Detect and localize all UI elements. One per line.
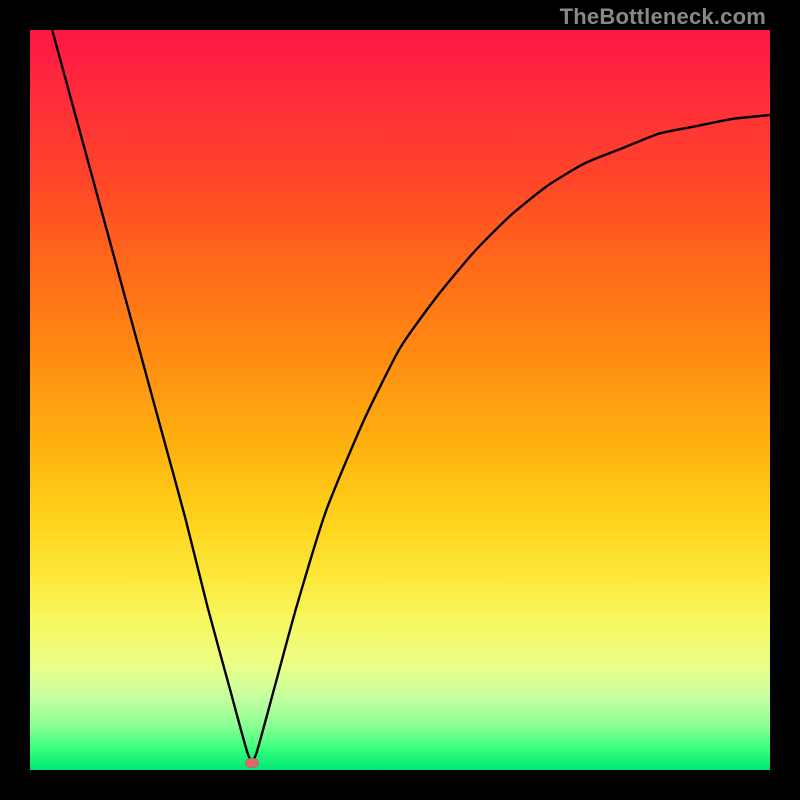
- watermark-text: TheBottleneck.com: [560, 4, 766, 30]
- bottleneck-curve: [52, 30, 770, 760]
- plot-area: [30, 30, 770, 770]
- curve-svg: [30, 30, 770, 770]
- optimum-marker: [245, 758, 259, 768]
- chart-frame: TheBottleneck.com: [0, 0, 800, 800]
